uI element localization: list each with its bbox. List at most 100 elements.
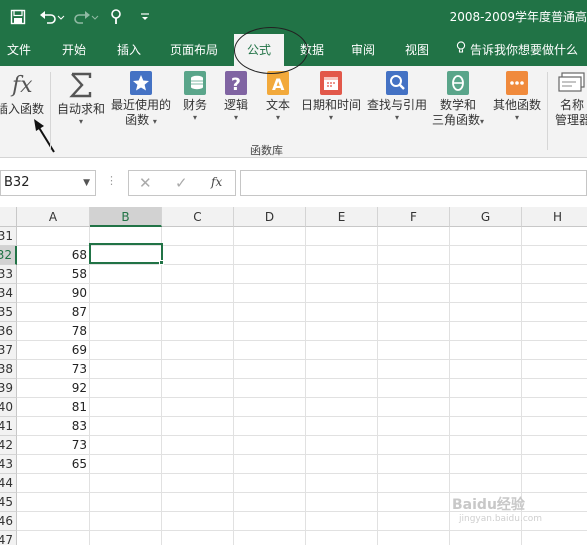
- table-cell[interactable]: [522, 436, 587, 455]
- row-header[interactable]: 45: [0, 493, 17, 512]
- insert-function-fx-button[interactable]: fx: [211, 175, 222, 189]
- table-cell[interactable]: [234, 474, 306, 493]
- row-header[interactable]: 43: [0, 455, 17, 474]
- row-header[interactable]: 32: [0, 246, 17, 265]
- tell-me-box[interactable]: 告诉我你想要做什么: [456, 34, 578, 66]
- table-cell[interactable]: [162, 379, 234, 398]
- date-time-button[interactable]: 日期和时间 ▾: [298, 70, 364, 123]
- cell-a[interactable]: 58: [17, 265, 90, 284]
- more-functions-button[interactable]: 其他函数 ▾: [490, 70, 544, 123]
- table-cell[interactable]: [306, 341, 378, 360]
- table-cell[interactable]: [90, 455, 162, 474]
- table-cell[interactable]: [522, 379, 587, 398]
- column-header-h[interactable]: H: [522, 207, 587, 227]
- lookup-reference-button[interactable]: 查找与引用 ▾: [366, 70, 428, 123]
- customize-qat-icon[interactable]: [138, 6, 152, 28]
- column-header-d[interactable]: D: [234, 207, 306, 227]
- table-cell[interactable]: [522, 455, 587, 474]
- table-cell[interactable]: [162, 227, 234, 246]
- table-cell[interactable]: [450, 227, 522, 246]
- table-cell[interactable]: [378, 341, 450, 360]
- table-cell[interactable]: [90, 436, 162, 455]
- row-header[interactable]: 37: [0, 341, 17, 360]
- table-cell[interactable]: [306, 322, 378, 341]
- redo-icon[interactable]: [72, 6, 100, 28]
- tab-file[interactable]: 文件: [0, 34, 38, 66]
- cell-a[interactable]: 90: [17, 284, 90, 303]
- table-cell[interactable]: [450, 531, 522, 545]
- table-cell[interactable]: [162, 246, 234, 265]
- table-cell[interactable]: [306, 303, 378, 322]
- financial-button[interactable]: 财务 ▾: [178, 70, 212, 123]
- table-cell[interactable]: [234, 531, 306, 545]
- table-cell[interactable]: [522, 398, 587, 417]
- table-cell[interactable]: [522, 265, 587, 284]
- table-cell[interactable]: [162, 303, 234, 322]
- table-cell[interactable]: [522, 417, 587, 436]
- table-cell[interactable]: [306, 398, 378, 417]
- row-header[interactable]: 31: [0, 227, 17, 246]
- table-cell[interactable]: [90, 303, 162, 322]
- undo-icon[interactable]: [38, 6, 66, 28]
- table-cell[interactable]: [306, 227, 378, 246]
- tab-view[interactable]: 视图: [394, 34, 440, 66]
- table-cell[interactable]: [234, 455, 306, 474]
- table-cell[interactable]: [378, 531, 450, 545]
- table-cell[interactable]: [90, 531, 162, 545]
- table-cell[interactable]: [234, 284, 306, 303]
- table-cell[interactable]: [234, 417, 306, 436]
- cell-a[interactable]: 78: [17, 322, 90, 341]
- table-cell[interactable]: [306, 493, 378, 512]
- cell-a[interactable]: [17, 493, 90, 512]
- table-cell[interactable]: [522, 322, 587, 341]
- row-header[interactable]: 33: [0, 265, 17, 284]
- table-cell[interactable]: [162, 512, 234, 531]
- table-cell[interactable]: [378, 512, 450, 531]
- cell-a[interactable]: 73: [17, 436, 90, 455]
- table-cell[interactable]: [450, 417, 522, 436]
- table-cell[interactable]: [378, 227, 450, 246]
- table-cell[interactable]: [234, 436, 306, 455]
- table-cell[interactable]: [378, 265, 450, 284]
- row-header[interactable]: 38: [0, 360, 17, 379]
- tab-home[interactable]: 开始: [50, 34, 98, 66]
- tab-review[interactable]: 审阅: [340, 34, 386, 66]
- table-cell[interactable]: [450, 379, 522, 398]
- save-icon[interactable]: [8, 6, 28, 28]
- table-cell[interactable]: [234, 341, 306, 360]
- tab-page-layout[interactable]: 页面布局: [160, 34, 228, 66]
- table-cell[interactable]: [378, 455, 450, 474]
- column-header-f[interactable]: F: [378, 207, 450, 227]
- table-cell[interactable]: [450, 303, 522, 322]
- table-cell[interactable]: [162, 398, 234, 417]
- table-cell[interactable]: [450, 284, 522, 303]
- row-header[interactable]: 47: [0, 531, 17, 545]
- table-cell[interactable]: [306, 360, 378, 379]
- row-header[interactable]: 39: [0, 379, 17, 398]
- cell-a[interactable]: [17, 512, 90, 531]
- table-cell[interactable]: [378, 474, 450, 493]
- row-header[interactable]: 46: [0, 512, 17, 531]
- table-cell[interactable]: [450, 265, 522, 284]
- name-box[interactable]: B32 ▼: [0, 170, 96, 196]
- table-cell[interactable]: [234, 360, 306, 379]
- table-cell[interactable]: [378, 398, 450, 417]
- table-cell[interactable]: [306, 284, 378, 303]
- tab-insert[interactable]: 插入: [106, 34, 152, 66]
- table-cell[interactable]: [234, 379, 306, 398]
- table-cell[interactable]: [90, 322, 162, 341]
- table-cell[interactable]: [450, 474, 522, 493]
- row-header[interactable]: 35: [0, 303, 17, 322]
- table-cell[interactable]: [162, 265, 234, 284]
- table-cell[interactable]: [162, 531, 234, 545]
- table-cell[interactable]: [450, 398, 522, 417]
- table-cell[interactable]: [306, 474, 378, 493]
- table-cell[interactable]: [306, 512, 378, 531]
- table-cell[interactable]: [378, 284, 450, 303]
- table-cell[interactable]: [306, 455, 378, 474]
- table-cell[interactable]: [522, 360, 587, 379]
- table-cell[interactable]: [162, 360, 234, 379]
- row-header[interactable]: 44: [0, 474, 17, 493]
- cell-a[interactable]: 65: [17, 455, 90, 474]
- table-cell[interactable]: [450, 360, 522, 379]
